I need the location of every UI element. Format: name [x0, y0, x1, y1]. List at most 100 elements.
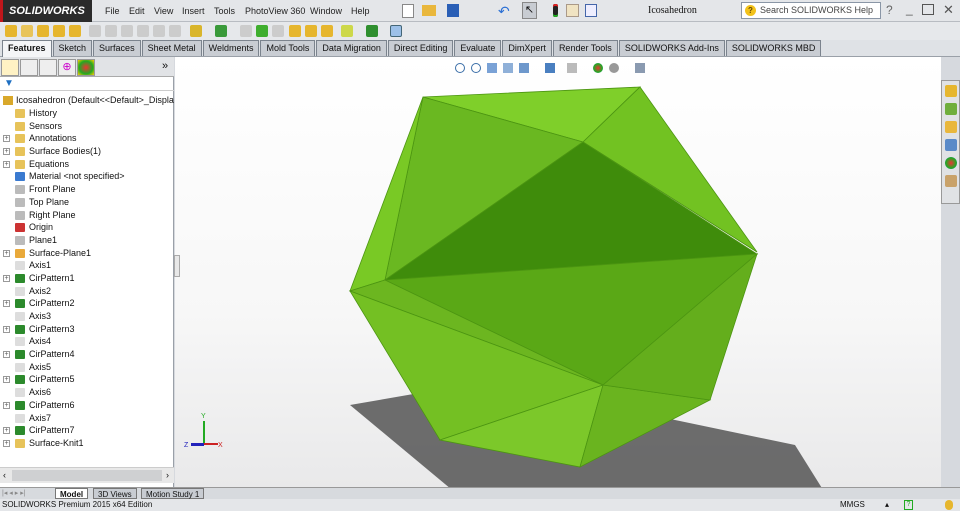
close-icon[interactable]: ✕ — [943, 2, 954, 18]
tab-sheet-metal[interactable]: Sheet Metal — [141, 40, 202, 56]
options-icon[interactable] — [585, 4, 597, 17]
scroll-left-icon[interactable]: ‹ — [3, 470, 6, 480]
file-explorer-icon[interactable] — [945, 121, 957, 133]
tree-item[interactable]: + Surface-Plane1 — [0, 247, 174, 260]
wrap-icon[interactable] — [289, 25, 301, 37]
extruded-boss-icon[interactable] — [5, 25, 17, 37]
undo-icon[interactable]: ↶ — [498, 3, 510, 20]
tab-sketch[interactable]: Sketch — [52, 40, 93, 56]
draft-icon[interactable] — [256, 25, 268, 37]
tree-item[interactable]: Axis6 — [0, 386, 174, 399]
swept-boss-icon[interactable] — [37, 25, 49, 37]
tree-item[interactable]: Axis2 — [0, 285, 174, 298]
new-document-icon[interactable] — [402, 4, 414, 18]
units-dropdown-icon[interactable]: ▴ — [885, 499, 889, 511]
expand-panel-icon[interactable]: » — [162, 60, 168, 72]
swept-cut-icon[interactable] — [137, 25, 149, 37]
tree-item[interactable]: + Surface-Knit1 — [0, 437, 174, 450]
horizontal-scrollbar[interactable]: ‹ › — [0, 467, 174, 483]
tree-item[interactable]: Axis5 — [0, 361, 174, 374]
tree-item[interactable]: + Annotations — [0, 132, 174, 145]
lofted-cut-icon[interactable] — [153, 25, 165, 37]
scroll-thumb[interactable] — [12, 470, 162, 481]
fillet-icon[interactable] — [190, 25, 202, 37]
tree-item[interactable]: Axis3 — [0, 310, 174, 323]
view-palette-icon[interactable] — [945, 139, 957, 151]
appearances-icon[interactable] — [945, 157, 957, 169]
tree-item[interactable]: Right Plane — [0, 209, 174, 222]
tab-evaluate[interactable]: Evaluate — [454, 40, 502, 56]
mirror-icon[interactable] — [321, 25, 333, 37]
graphics-area[interactable]: Y X Z — [175, 57, 941, 487]
expand-icon[interactable]: + — [3, 274, 10, 282]
expand-icon[interactable]: + — [3, 249, 10, 257]
panel-splitter-handle[interactable] — [174, 255, 180, 277]
tab-solidworks-add-ins[interactable]: SOLIDWORKS Add-Ins — [618, 40, 725, 56]
expand-icon[interactable]: + — [3, 401, 10, 409]
tree-item[interactable]: Axis4 — [0, 335, 174, 348]
shell-icon[interactable] — [272, 25, 284, 37]
expand-icon[interactable]: + — [3, 351, 10, 359]
tree-item[interactable]: + CirPattern5 — [0, 373, 174, 386]
tree-item[interactable]: Axis7 — [0, 412, 174, 425]
help-status-icon[interactable]: ? — [904, 500, 913, 510]
menu-edit[interactable]: Edit — [129, 0, 145, 22]
tab-dimxpert[interactable]: DimXpert — [502, 40, 552, 56]
tree-item[interactable]: + Equations — [0, 158, 174, 171]
rebuild-icon[interactable] — [553, 4, 558, 17]
tab-features[interactable]: Features — [2, 40, 52, 57]
expand-icon[interactable]: + — [3, 135, 10, 143]
bottom-tab-motion-study-1[interactable]: Motion Study 1 — [141, 488, 205, 499]
tab-navigation-arrows[interactable]: |◂ ◂ ▸ ▸| — [2, 489, 52, 499]
scroll-right-icon[interactable]: › — [166, 470, 169, 480]
tree-item[interactable]: Material <not specified> — [0, 170, 174, 183]
tab-direct-editing[interactable]: Direct Editing — [387, 40, 454, 56]
tree-item[interactable]: + Surface Bodies(1) — [0, 145, 174, 158]
restore-icon[interactable] — [922, 4, 934, 15]
help-icon[interactable]: ? — [886, 3, 893, 17]
tab-surfaces[interactable]: Surfaces — [93, 40, 141, 56]
linear-pattern-icon[interactable] — [215, 25, 227, 37]
tree-root[interactable]: Icosahedron (Default<<Default>_Display S — [0, 94, 174, 106]
expand-icon[interactable]: + — [3, 300, 10, 308]
tab-solidworks-mbd[interactable]: SOLIDWORKS MBD — [725, 40, 822, 56]
property-manager-tab-icon[interactable] — [20, 59, 38, 76]
tree-item[interactable]: Origin — [0, 221, 174, 234]
menu-tools[interactable]: Tools — [214, 0, 235, 22]
solidworks-resources-icon[interactable] — [945, 85, 957, 97]
tree-item[interactable]: + CirPattern7 — [0, 424, 174, 437]
menu-photoview[interactable]: PhotoView 360 — [245, 0, 305, 22]
menu-file[interactable]: File — [105, 0, 120, 22]
feature-manager-tab-icon[interactable] — [1, 59, 19, 76]
display-manager-tab-icon[interactable] — [77, 59, 95, 76]
dimxpert-manager-tab-icon[interactable]: ⊕ — [58, 59, 76, 76]
design-library-icon[interactable] — [945, 103, 957, 115]
expand-icon[interactable]: + — [3, 376, 10, 384]
tree-item[interactable]: + CirPattern3 — [0, 323, 174, 336]
tab-data-migration[interactable]: Data Migration — [316, 40, 387, 56]
solidworks-logo[interactable]: SOLIDWORKS — [0, 0, 92, 22]
tree-item[interactable]: + CirPattern2 — [0, 297, 174, 310]
extruded-cut-icon[interactable] — [89, 25, 101, 37]
intersect-icon[interactable] — [305, 25, 317, 37]
tab-weldments[interactable]: Weldments — [202, 40, 260, 56]
custom-properties-icon[interactable] — [945, 175, 957, 187]
tree-item[interactable]: Sensors — [0, 120, 174, 133]
tab-render-tools[interactable]: Render Tools — [552, 40, 618, 56]
select-pointer-icon[interactable]: ↖ — [522, 2, 537, 19]
expand-icon[interactable]: + — [3, 148, 10, 156]
revolved-cut-icon[interactable] — [121, 25, 133, 37]
revolved-boss-icon[interactable] — [21, 25, 33, 37]
bottom-tab-model[interactable]: Model — [55, 488, 89, 499]
icosahedron-model[interactable] — [175, 57, 941, 487]
tree-item[interactable]: Plane1 — [0, 234, 174, 247]
expand-icon[interactable]: + — [3, 439, 10, 447]
instant3d-icon[interactable] — [390, 25, 402, 37]
filter-icon[interactable]: ▼ — [0, 77, 174, 91]
menu-insert[interactable]: Insert — [182, 0, 205, 22]
lofted-boss-icon[interactable] — [53, 25, 65, 37]
expand-icon[interactable]: + — [3, 427, 10, 435]
notification-icon[interactable] — [945, 500, 953, 510]
tree-item[interactable]: + CirPattern4 — [0, 348, 174, 361]
menu-view[interactable]: View — [154, 0, 173, 22]
